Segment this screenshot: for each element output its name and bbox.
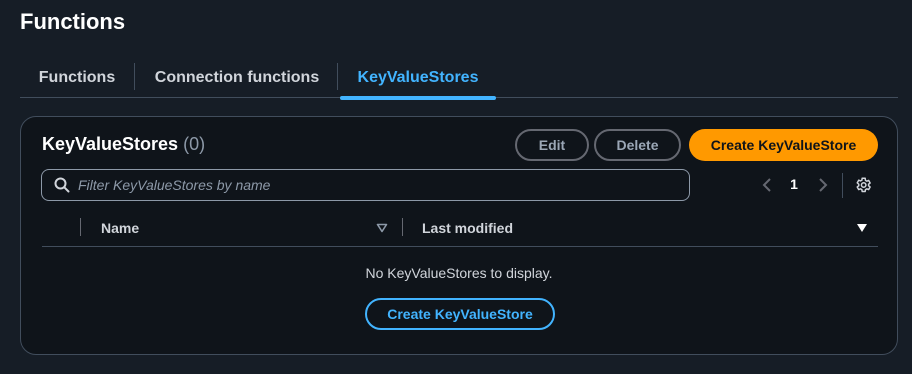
empty-state-create-button[interactable]: Create KeyValueStore: [365, 298, 555, 330]
chevron-right-icon[interactable]: [816, 177, 830, 193]
tab-keyvaluestores[interactable]: KeyValueStores: [340, 58, 496, 100]
caret-down-icon[interactable]: [376, 221, 388, 233]
pagination-current-page[interactable]: 1: [784, 176, 804, 194]
caret-down-icon[interactable]: [856, 221, 868, 233]
tab-divider: [337, 63, 338, 90]
tab-list: Functions Connection functions KeyValueS…: [20, 58, 898, 100]
search-icon: [54, 177, 70, 193]
keyvaluestores-table-container: KeyValueStores (0) Edit Delete Create Ke…: [20, 116, 898, 355]
create-keyvaluestore-button[interactable]: Create KeyValueStore: [689, 129, 878, 161]
table-item-count: (0): [183, 134, 206, 154]
table-title-text: KeyValueStores: [42, 134, 179, 154]
chevron-left-icon[interactable]: [760, 177, 774, 193]
page-title: Functions: [20, 9, 126, 34]
column-divider: [402, 218, 403, 236]
delete-button[interactable]: Delete: [594, 129, 681, 161]
edit-button[interactable]: Edit: [515, 129, 589, 161]
empty-state-message: No KeyValueStores to display.: [365, 265, 553, 281]
tab-functions[interactable]: Functions: [20, 58, 134, 98]
gear-icon[interactable]: [854, 176, 872, 194]
table-title: KeyValueStores (0): [42, 134, 205, 155]
search-field[interactable]: [41, 169, 690, 201]
tab-connection-functions[interactable]: Connection functions: [137, 58, 337, 98]
column-divider: [80, 218, 81, 236]
search-input[interactable]: [78, 177, 678, 193]
table-header: Name Last modified: [42, 213, 878, 247]
tab-divider: [134, 63, 135, 90]
column-header-last-modified[interactable]: Last modified: [422, 220, 513, 236]
column-header-name[interactable]: Name: [101, 220, 139, 236]
pagination-divider: [842, 173, 843, 198]
